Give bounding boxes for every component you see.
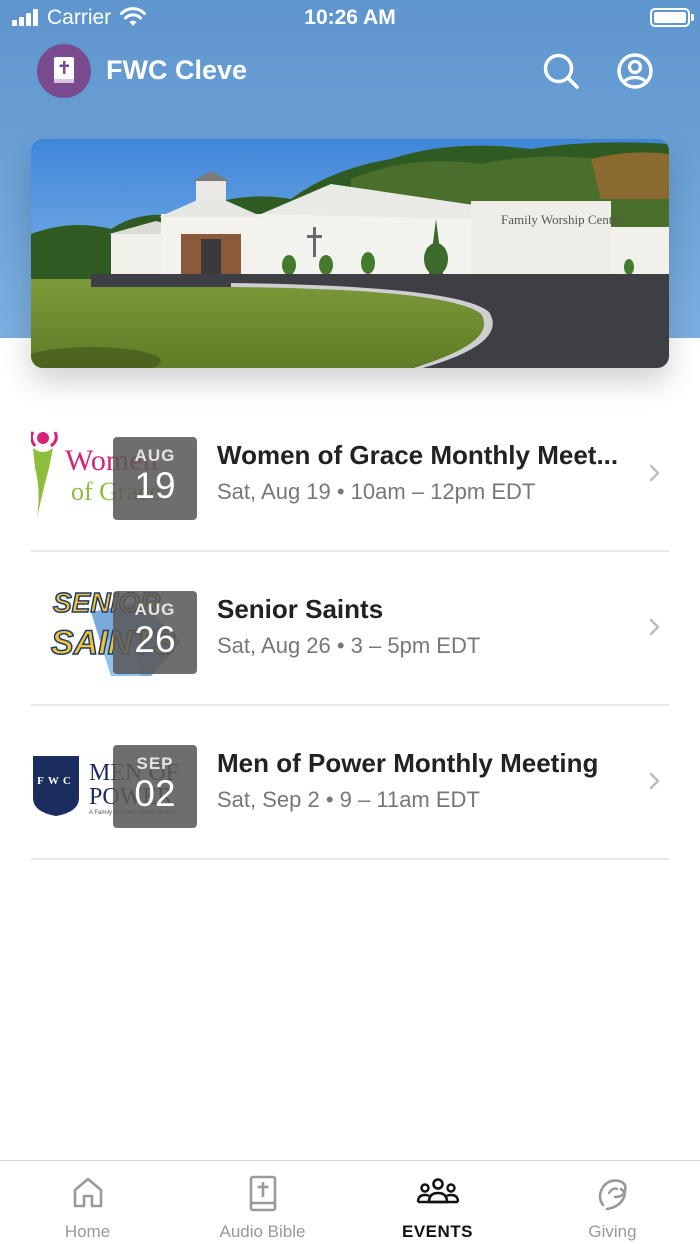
home-icon	[73, 1177, 102, 1208]
account-icon	[617, 53, 653, 89]
tab-label: EVENTS	[401, 1222, 474, 1241]
tab-label: Audio Bible	[219, 1222, 306, 1241]
event-title: Men of Power Monthly Meeting	[217, 748, 599, 778]
search-icon	[543, 53, 579, 89]
date-day: 19	[134, 465, 176, 506]
tab-giving[interactable]: Giving	[525, 1161, 700, 1244]
date-badge: SEP 02	[113, 745, 197, 828]
hero-sign-text: Family Worship Center	[501, 212, 623, 227]
people-icon	[416, 1178, 459, 1204]
bible-logo-icon	[54, 57, 74, 83]
date-month: AUG	[134, 446, 176, 465]
search-button[interactable]	[541, 51, 581, 91]
event-title: Women of Grace Monthly Meet...	[217, 440, 619, 470]
date-month: SEP	[136, 754, 174, 773]
status-bar: Carrier 10:26 AM	[0, 0, 700, 36]
date-badge: AUG 26	[113, 591, 197, 674]
event-title: Senior Saints	[217, 594, 384, 624]
tab-label: Home	[64, 1222, 111, 1241]
status-time: 10:26 AM	[304, 6, 396, 29]
church-logo[interactable]	[37, 44, 91, 98]
event-datetime: Sat, Aug 26 • 3 – 5pm EDT	[217, 633, 481, 658]
event-row-men-of-power[interactable]: FWC MEN OF POWER A Family Worship Center…	[31, 706, 669, 860]
event-datetime: Sat, Aug 19 • 10am – 12pm EDT	[217, 479, 536, 504]
bible-icon	[249, 1175, 276, 1212]
chevron-right-icon	[649, 618, 660, 636]
shield-text: FWC	[37, 775, 75, 787]
event-datetime: Sat, Sep 2 • 9 – 11am EDT	[217, 787, 480, 812]
tab-home[interactable]: Home	[0, 1161, 175, 1244]
event-row-senior-saints[interactable]: SENIOR SAINTS AUG 26 Senior Saints Sat, …	[31, 552, 669, 706]
battery-icon	[650, 8, 694, 27]
hero-church-photo: Family Worship Center	[31, 139, 669, 368]
giving-icon	[598, 1179, 627, 1211]
profile-button[interactable]	[615, 51, 655, 91]
date-day: 02	[134, 773, 176, 814]
date-badge: AUG 19	[113, 437, 197, 520]
tab-bar: Home Audio Bible EVENTS Giving	[0, 1160, 700, 1244]
tab-label: Giving	[588, 1222, 637, 1241]
chevron-right-icon	[649, 772, 660, 790]
tab-audio-bible[interactable]: Audio Bible	[175, 1161, 350, 1244]
tab-events[interactable]: EVENTS	[350, 1161, 525, 1244]
app-title: FWC Cleve	[106, 55, 248, 85]
event-row-women-of-grace[interactable]: Women of Grace AUG 19 Women of Grace Mon…	[31, 398, 669, 552]
date-month: AUG	[134, 600, 176, 619]
chevron-right-icon	[649, 464, 660, 482]
date-day: 26	[134, 619, 176, 660]
